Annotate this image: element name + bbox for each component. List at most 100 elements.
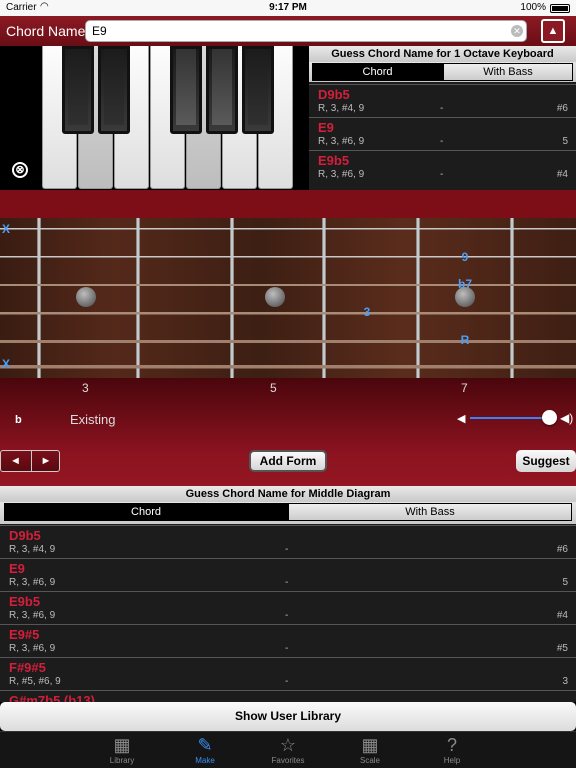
diagram-guess-title: Guess Chord Name for Middle Diagram bbox=[0, 486, 576, 502]
chord-extension: #6 bbox=[556, 103, 568, 114]
divider-band bbox=[0, 190, 576, 218]
status-bar: Carrier ◠ 9:17 PM 100% bbox=[0, 0, 576, 16]
speaker-high-icon: ◀) bbox=[560, 411, 574, 425]
chord-name: D9b5 bbox=[9, 528, 41, 543]
control-panel: 3 5 7 b Existing ◀ ◀) ◄ ► Add Form Sugge… bbox=[0, 378, 576, 486]
star-icon: ☆ bbox=[279, 735, 297, 755]
string bbox=[0, 256, 576, 258]
previous-button[interactable]: ◄ bbox=[1, 451, 30, 471]
chord-name-input[interactable] bbox=[85, 20, 527, 42]
muted-string-marker: X bbox=[2, 222, 10, 236]
chord-name: E9 bbox=[318, 120, 334, 135]
flat-toggle[interactable]: b bbox=[15, 414, 22, 426]
chord-formula: R, 3, #6, 9 bbox=[318, 136, 365, 147]
chord-formula: R, 3, #6, 9 bbox=[9, 643, 56, 654]
fret bbox=[322, 218, 326, 378]
string bbox=[0, 312, 576, 315]
list-item[interactable]: E9b5 R, 3, #6, 9 - #4 bbox=[0, 591, 576, 624]
diagram-guess-panel: Guess Chord Name for Middle Diagram Chor… bbox=[0, 486, 576, 702]
list-item[interactable]: E9 R, 3, #6, 9 - 5 bbox=[309, 117, 576, 150]
tab-label: Make bbox=[195, 756, 215, 765]
chord-dash: - bbox=[440, 136, 444, 147]
chord-formula: R, 3, #4, 9 bbox=[318, 103, 365, 114]
position-dot bbox=[265, 287, 285, 307]
finger-marker: R bbox=[461, 333, 470, 347]
next-button[interactable]: ► bbox=[31, 451, 60, 471]
keyboard-guess-title: Guess Chord Name for 1 Octave Keyboard bbox=[309, 46, 576, 62]
string bbox=[0, 228, 576, 230]
string bbox=[0, 365, 576, 369]
volume-thumb[interactable] bbox=[542, 410, 557, 425]
speaker-low-icon: ◀ bbox=[457, 413, 466, 425]
chord-formula: R, 3, #6, 9 bbox=[318, 169, 365, 180]
list-item[interactable]: E9 R, 3, #6, 9 - 5 bbox=[0, 558, 576, 591]
chord-formula: R, 3, #6, 9 bbox=[9, 610, 56, 621]
chord-extension: #4 bbox=[556, 610, 568, 621]
string bbox=[0, 340, 576, 343]
tab-scale[interactable]: ▦ Scale bbox=[340, 732, 400, 768]
chord-extension: 5 bbox=[562, 136, 568, 147]
black-key[interactable] bbox=[170, 46, 202, 134]
tab-with-bass[interactable]: With Bass bbox=[443, 63, 573, 81]
chord-name-bar: Chord Name ✕ ▲ bbox=[0, 16, 576, 46]
scale-grid-icon: ▦ bbox=[361, 735, 379, 755]
chord-dash: - bbox=[285, 544, 289, 555]
fretboard[interactable]: X X 9 b7 3 R bbox=[0, 218, 576, 378]
chord-extension: #5 bbox=[556, 643, 568, 654]
list-item[interactable]: E9b5 R, 3, #6, 9 - #4 bbox=[309, 150, 576, 183]
chord-dash: - bbox=[440, 169, 444, 180]
suggest-button[interactable]: Suggest bbox=[516, 450, 576, 472]
tab-bar: ▦ Library ✎ Make ☆ Favorites ▦ Scale ? H… bbox=[0, 731, 576, 768]
fret-number: 5 bbox=[270, 381, 277, 395]
list-item[interactable]: D9b5 R, 3, #4, 9 - #6 bbox=[0, 525, 576, 558]
tab-chord[interactable]: Chord bbox=[312, 63, 443, 81]
existing-label: Existing bbox=[70, 412, 116, 427]
fret bbox=[37, 218, 41, 378]
list-item[interactable]: D9b5 R, 3, #4, 9 - #6 bbox=[309, 84, 576, 117]
chord-extension: 3 bbox=[562, 676, 568, 687]
muted-string-marker: X bbox=[2, 357, 10, 371]
collapse-button[interactable]: ▲ bbox=[541, 19, 565, 43]
list-item[interactable]: G#m7b5 (b13) bbox=[0, 690, 576, 702]
chord-formula: R, 3, #6, 9 bbox=[9, 577, 56, 588]
tab-with-bass[interactable]: With Bass bbox=[288, 503, 572, 521]
black-key[interactable] bbox=[206, 46, 238, 134]
list-item[interactable]: F#9#5 R, #5, #6, 9 - 3 bbox=[0, 657, 576, 690]
chord-dash: - bbox=[285, 610, 289, 621]
list-item[interactable]: E9#5 R, 3, #6, 9 - #5 bbox=[0, 624, 576, 657]
tab-label: Help bbox=[443, 756, 461, 765]
keyboard-guess-segmented: Chord With Bass bbox=[309, 62, 576, 82]
nav-arrows: ◄ ► bbox=[0, 450, 60, 472]
fret bbox=[416, 218, 420, 378]
fret-number: 7 bbox=[461, 381, 468, 395]
octave-keyboard: ⊗ bbox=[0, 46, 309, 190]
chord-dash: - bbox=[285, 643, 289, 654]
chord-name: E9 bbox=[9, 561, 25, 576]
chord-name: E9b5 bbox=[9, 594, 41, 609]
fret bbox=[136, 218, 140, 378]
tab-label: Scale bbox=[359, 756, 380, 765]
battery-percent: 100% bbox=[520, 2, 546, 13]
black-key[interactable] bbox=[98, 46, 130, 134]
add-form-button[interactable]: Add Form bbox=[249, 450, 327, 472]
tab-chord[interactable]: Chord bbox=[4, 503, 288, 521]
clear-icon[interactable]: ✕ bbox=[511, 25, 523, 37]
chord-dash: - bbox=[440, 103, 444, 114]
black-key[interactable] bbox=[62, 46, 94, 134]
position-dots bbox=[76, 287, 475, 307]
tab-favorites[interactable]: ☆ Favorites bbox=[258, 732, 318, 768]
fret bbox=[510, 218, 514, 378]
chord-formula: R, #5, #6, 9 bbox=[9, 676, 61, 687]
chord-name: F#9#5 bbox=[9, 660, 46, 675]
fretboard-diagram: X X 9 b7 3 R bbox=[0, 218, 576, 378]
fret bbox=[230, 218, 234, 378]
clear-keyboard-icon[interactable]: ⊗ bbox=[12, 162, 28, 178]
tab-label: Library bbox=[109, 756, 135, 765]
tab-make[interactable]: ✎ Make bbox=[175, 732, 235, 768]
question-icon: ? bbox=[446, 735, 457, 755]
tab-library[interactable]: ▦ Library bbox=[92, 732, 152, 768]
volume-slider[interactable] bbox=[470, 417, 550, 419]
black-key[interactable] bbox=[242, 46, 274, 134]
show-user-library-button[interactable]: Show User Library bbox=[0, 702, 576, 731]
tab-help[interactable]: ? Help bbox=[422, 732, 482, 768]
